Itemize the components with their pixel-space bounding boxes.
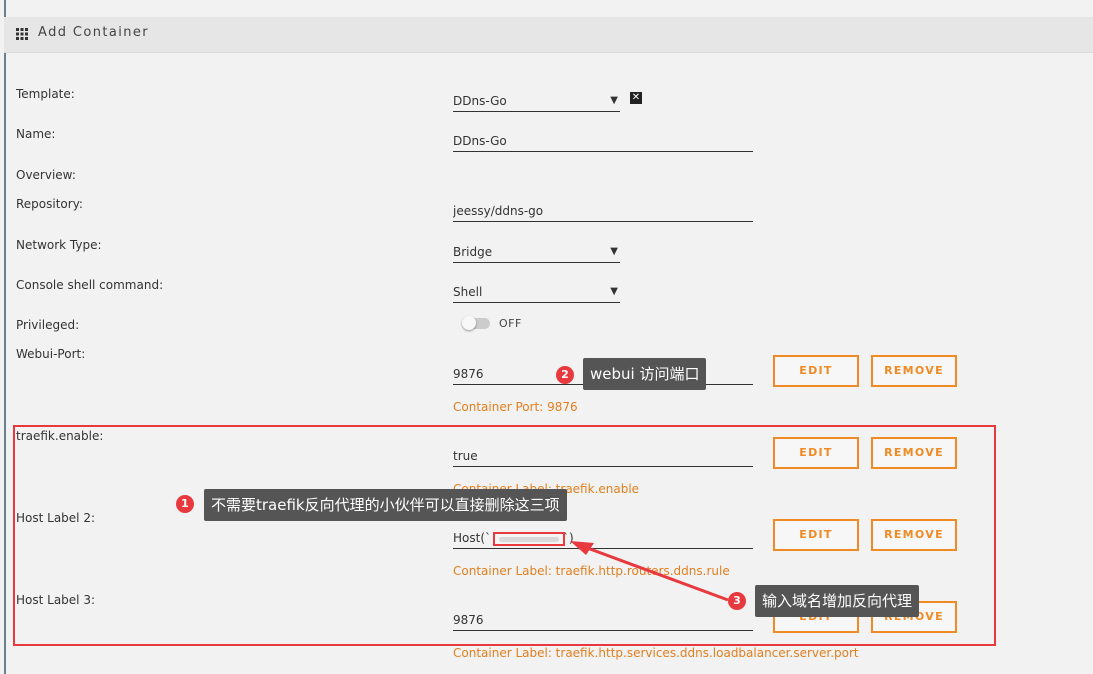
edit-webui-port-button[interactable]: EDIT [773,355,859,387]
network-type-select[interactable]: Bridge ▼ [453,241,620,263]
template-label: Template: [16,87,75,101]
remove-webui-port-button[interactable]: REMOVE [871,355,957,387]
console-shell-label: Console shell command: [16,278,164,292]
annotation-number-3: 3 [728,592,746,610]
template-select[interactable]: DDns-Go ▼ [453,90,620,112]
chevron-down-icon: ▼ [610,286,618,297]
overview-label: Overview: [16,168,76,182]
chevron-down-icon: ▼ [610,246,618,257]
panel-header: Add Container [4,17,1093,53]
privileged-state: OFF [499,317,522,330]
webui-port-hint: Container Port: 9876 [453,400,578,414]
privileged-label: Privileged: [16,318,80,332]
annotation-number-1: 1 [176,495,194,513]
template-value: DDns-Go [453,94,507,108]
host-label-3-hint: Container Label: traefik.http.services.d… [453,646,859,660]
toggle-knob [462,316,476,330]
webui-port-label: Webui-Port: [16,347,86,361]
repository-label: Repository: [16,197,83,211]
network-type-value: Bridge [453,245,493,259]
annotation-number-2: 2 [556,366,574,384]
annotation-callout-2: webui 访问端口 [583,358,707,390]
name-label: Name: [16,127,56,141]
annotation-callout-1: 不需要traefik反向代理的小伙伴可以直接删除这三项 [204,489,567,521]
console-shell-value: Shell [453,285,483,299]
grid-icon [16,28,28,40]
privileged-toggle[interactable] [462,316,490,330]
chevron-down-icon: ▼ [610,95,618,106]
repository-field[interactable] [453,200,753,222]
console-shell-select[interactable]: Shell ▼ [453,281,620,303]
annotation-callout-3: 输入域名增加反向代理 [755,585,920,617]
name-field[interactable] [453,130,753,152]
clear-template-icon[interactable]: ✕ [630,92,642,104]
page-title: Add Container [38,25,150,40]
network-type-label: Network Type: [16,238,102,252]
